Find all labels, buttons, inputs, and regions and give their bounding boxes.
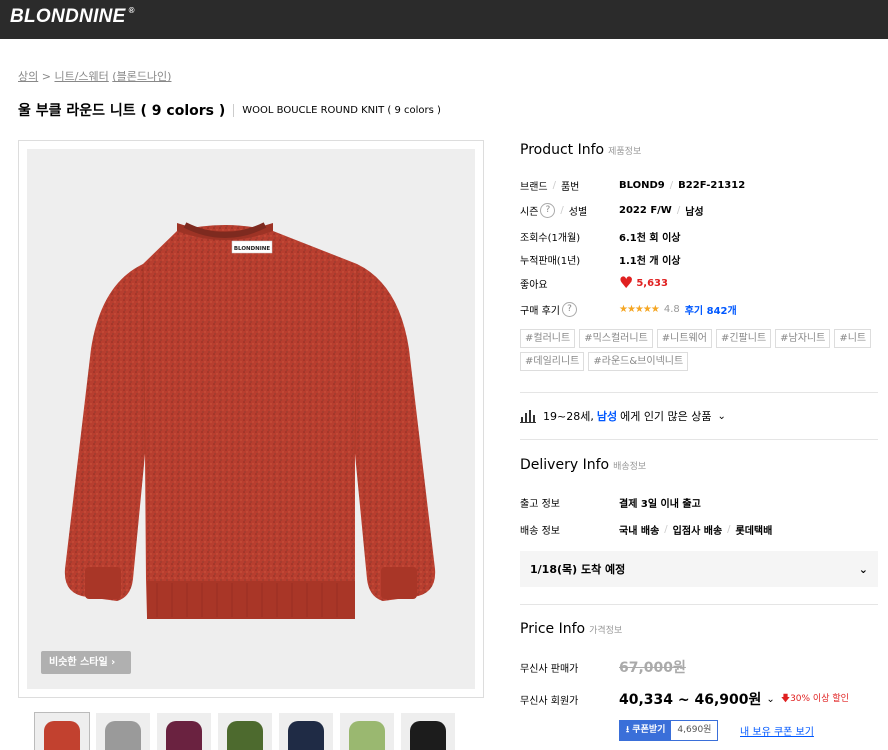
popularity-text: 에게 인기 많은 상품 [620,410,712,423]
tag-item[interactable]: #니트웨어 [656,329,712,348]
divider [520,439,878,440]
arrival-estimate: 1/18(목) 도착 예정 [530,563,626,576]
likes-count: 5,633 [636,277,668,289]
season-label: 시즌 [520,206,539,218]
tag-item[interactable]: #데일리니트 [520,352,585,371]
divider [520,392,878,393]
sales-value: 1.1천 개 이상 [619,255,681,267]
divider [520,604,878,605]
popularity-gender: 남성 [596,410,618,423]
thumbnail-color-7[interactable] [401,713,455,750]
thumbnail-color-2[interactable] [96,713,150,750]
price-info-subtitle: 가격정보 [589,626,623,636]
coupon-button-label: ⭳ 쿠폰받기 [620,721,672,740]
get-coupon-button[interactable]: ⭳ 쿠폰받기 4,690원 [619,720,719,741]
shipping-row: 출고 정보 결제 3일 이내 출고 [520,494,701,510]
member-price: 40,334 ~ 46,900원 [619,692,762,708]
tag-item[interactable]: #니트 [834,329,872,348]
product-title-en: WOOL BOUCLE ROUND KNIT ( 9 colors ) [242,104,441,116]
delivery-vendor: 입점사 배송 [672,525,723,537]
sales-row: 누적판매(1년) 1.1천 개 이상 [520,251,680,267]
tag-list: #컬러니트 #믹스컬러니트 #니트웨어 #긴팔니트 #남자니트 #니트 #데일리… [520,329,878,371]
delivery-method-label: 배송 정보 [520,525,560,537]
member-price-row: 무신사 회원가 40,334 ~ 46,900원 ⌄ 🡇30% 이상 할인 [520,689,849,709]
views-row: 조회수(1개월) 6.1천 회 이상 [520,228,680,244]
likes-row: 좋아요 ♥ 5,633 [520,275,668,291]
code-label: 품번 [560,181,580,193]
breadcrumb-brand[interactable]: (블론드나인) [112,70,171,83]
tag-item[interactable]: #라운드&브이넥니트 [588,352,689,371]
delivery-info-subtitle: 배송정보 [613,462,647,472]
coupon-amount: 4,690원 [677,725,712,735]
top-header: BLONDNINE ® [0,0,888,39]
price-info-title: Price Info 가격정보 [520,621,623,637]
gender-value: 남성 [685,206,704,218]
product-code: B22F-21312 [678,179,746,191]
popularity-toggle[interactable]: 19~28세, 남성 에게 인기 많은 상품 ⌄ [520,408,726,424]
sale-price-row: 무신사 판매가 67,000원 [520,658,686,676]
thumbnail-color-4[interactable] [218,713,272,750]
popularity-age: 19~28세, [543,410,594,423]
season-row: 시즌? / 성별 2022 F/W / 남성 [520,202,704,218]
sale-price: 67,000원 [619,660,686,676]
delivery-method-row: 배송 정보 국내 배송 / 입점사 배송 / 롯데택배 [520,523,773,537]
breadcrumb-category[interactable]: 상의 [18,70,38,83]
heart-icon[interactable]: ♥ [619,275,633,291]
product-image[interactable]: BLONDNINE [27,149,475,689]
thumbnail-color-5[interactable] [279,713,333,750]
views-value: 6.1천 회 이상 [619,232,681,244]
season-help-icon[interactable]: ? [540,202,556,218]
thumbnail-color-3[interactable] [157,713,211,750]
delivery-carrier: 롯데택배 [735,525,773,537]
knit-label-text: BLONDNINE [234,246,271,252]
similar-style-button[interactable]: 비슷한 스타일 › [41,651,131,674]
sale-price-label: 무신사 판매가 [520,663,579,675]
star-rating-icon: ★★★★★ [619,303,660,315]
shipping-value: 결제 3일 이내 출고 [619,498,701,510]
color-thumbnails [34,712,455,750]
thumbnail-color-1[interactable] [34,712,90,750]
breadcrumb-separator: > [38,70,55,83]
sales-label: 누적판매(1년) [520,255,581,267]
season-value: 2022 F/W [619,204,672,216]
thumbnail-color-6[interactable] [340,713,394,750]
tag-item[interactable]: #남자니트 [775,329,831,348]
tag-item[interactable]: #믹스컬러니트 [579,329,653,348]
delivery-info-title: Delivery Info 배송정보 [520,457,647,473]
brand-row: 브랜드 / 품번 BLOND9/B22F-21312 [520,179,746,193]
review-label: 구매 후기 [520,305,560,317]
product-info-subtitle: 제품정보 [608,147,642,157]
product-title-ko: 울 부클 라운드 니트 ( 9 colors ) [18,103,226,119]
gender-label: 성별 [568,206,588,218]
sweater-illustration: BLONDNINE [64,222,436,619]
rating-value: 4.8 [663,303,680,315]
arrival-estimate-dropdown[interactable]: 1/18(목) 도착 예정 ⌄ [520,551,878,587]
delivery-domestic: 국내 배송 [619,525,660,537]
likes-label: 좋아요 [520,279,548,291]
product-title-row: 울 부클 라운드 니트 ( 9 colors ) WOOL BOUCLE ROU… [18,100,441,120]
my-coupons-link[interactable]: 내 보유 쿠폰 보기 [740,723,814,738]
shipping-label: 출고 정보 [520,498,560,510]
brand-logo[interactable]: BLONDNINE ® [10,6,135,28]
member-price-chevron-icon[interactable]: ⌄ [766,694,774,705]
chevron-down-icon: ⌄ [717,410,726,422]
breadcrumb: 상의 > 니트/스웨터 (블론드나인) [18,68,171,84]
brand-label: 브랜드 [520,181,548,193]
review-count-link[interactable]: 후기 842개 [685,302,737,317]
breadcrumb-subcategory[interactable]: 니트/스웨터 [54,70,108,83]
discount-badge: 🡇30% 이상 할인 [780,694,849,704]
brand-link[interactable]: BLOND9 [619,180,665,191]
member-price-label: 무신사 회원가 [520,695,579,707]
title-divider [233,103,235,117]
product-info-title: Product Info 제품정보 [520,142,642,158]
review-help-icon[interactable]: ? [561,301,577,317]
tag-item[interactable]: #컬러니트 [520,329,576,348]
chevron-down-icon: ⌄ [858,562,868,576]
tag-item[interactable]: #긴팔니트 [715,329,772,348]
product-image-frame: BLONDNINE [18,140,484,698]
bar-chart-icon [520,410,536,423]
views-label: 조회수(1개월) [520,232,581,244]
review-row: 구매 후기? ★★★★★ 4.8 후기 842개 [520,301,737,317]
registered-mark: ® [128,6,135,15]
